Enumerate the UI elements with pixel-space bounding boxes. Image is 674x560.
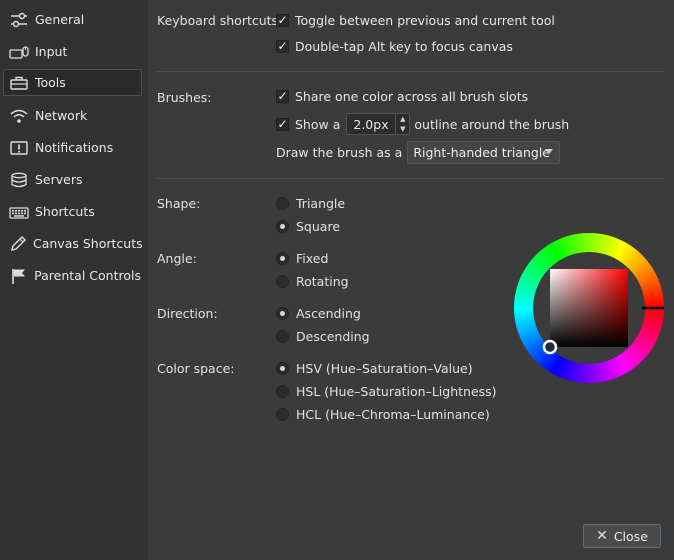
show-outline-suffix: outline around the brush [414, 116, 570, 132]
angle-label: Angle: [157, 251, 197, 266]
sidebar-item-label: Input [35, 44, 68, 59]
toggle-tool-checkbox[interactable]: ✓ Toggle between previous and current to… [276, 11, 555, 29]
sidebar-item-label: Shortcuts [35, 204, 95, 219]
radio-label: Fixed [296, 250, 329, 266]
check-icon: ✓ [277, 13, 288, 27]
sidebar: General Input Tools Network Notification… [0, 0, 148, 560]
radio-label: HSL (Hue–Saturation–Lightness) [296, 383, 497, 399]
sidebar-item-label: Servers [35, 172, 83, 187]
sliders-icon [8, 9, 30, 31]
divider [156, 178, 664, 179]
outline-width-value[interactable]: 2.0px [353, 117, 388, 132]
sidebar-item-label: Tools [35, 75, 66, 90]
radio-button[interactable] [276, 274, 289, 288]
radio-button[interactable] [276, 329, 289, 343]
keyboard-icon [8, 201, 30, 223]
sidebar-item-canvas-shortcuts[interactable]: Canvas Shortcuts [3, 230, 143, 257]
draw-brush-row: Draw the brush as a Right-handed triangl… [276, 140, 561, 164]
angle-rotating-radio[interactable]: Rotating [276, 272, 349, 290]
shape-label: Shape: [157, 196, 201, 211]
keyboard-mouse-icon [8, 41, 30, 63]
tools-settings-panel: Keyboard shortcuts: ✓ Toggle between pre… [148, 0, 674, 560]
color-space-hcl-radio[interactable]: HCL (Hue–Chroma–Luminance) [276, 405, 490, 423]
show-outline-prefix: Show a [295, 116, 341, 132]
direction-ascending-radio[interactable]: Ascending [276, 304, 361, 322]
sidebar-item-label: Network [35, 108, 88, 123]
sidebar-item-label: Notifications [35, 140, 114, 155]
divider [156, 71, 664, 72]
radio-label: Ascending [296, 305, 361, 321]
angle-fixed-radio[interactable]: Fixed [276, 249, 328, 267]
show-outline-checkbox[interactable]: ✓ [276, 117, 289, 131]
radio-button[interactable] [276, 196, 289, 210]
toggle-tool-label: Toggle between previous and current tool [295, 12, 555, 28]
sidebar-item-general[interactable]: General [3, 6, 142, 33]
sidebar-item-tools[interactable]: Tools [3, 69, 142, 96]
close-icon: ✕ [596, 528, 608, 544]
radio-button-selected[interactable] [276, 251, 289, 265]
draw-brush-label: Draw the brush as a [276, 144, 403, 160]
sidebar-item-shortcuts[interactable]: Shortcuts [3, 198, 142, 225]
sidebar-item-label: General [35, 12, 85, 27]
radio-label: HCL (Hue–Chroma–Luminance) [296, 406, 490, 422]
keyboard-shortcuts-label: Keyboard shortcuts: [157, 13, 283, 28]
check-icon: ✓ [277, 89, 288, 103]
checkbox-checked[interactable]: ✓ [276, 39, 289, 53]
close-button[interactable]: ✕ Close [583, 524, 661, 548]
color-space-label: Color space: [157, 361, 235, 376]
share-color-label: Share one color across all brush slots [295, 88, 529, 104]
direction-label: Direction: [157, 306, 218, 321]
notification-icon [8, 137, 30, 159]
shape-triangle-radio[interactable]: Triangle [276, 194, 345, 212]
radio-button-selected[interactable] [276, 306, 289, 320]
checkbox-checked[interactable]: ✓ [276, 89, 289, 103]
wifi-icon [8, 105, 30, 127]
double-tap-alt-checkbox[interactable]: ✓ Double-tap Alt key to focus canvas [276, 37, 513, 55]
brush-shape-combobox[interactable]: Right-handed triangle [407, 140, 561, 164]
radio-label: Square [296, 218, 341, 234]
spin-arrows: ▲ ▼ [395, 114, 409, 134]
check-icon: ✓ [277, 117, 288, 131]
direction-descending-radio[interactable]: Descending [276, 327, 370, 345]
flag-icon [8, 265, 29, 287]
spin-down-icon[interactable]: ▼ [396, 124, 409, 134]
color-space-hsl-radio[interactable]: HSL (Hue–Saturation–Lightness) [276, 382, 497, 400]
radio-label: Descending [296, 328, 370, 344]
radio-label: HSV (Hue–Saturation–Value) [296, 360, 473, 376]
value-overlay [550, 269, 628, 347]
pen-icon [8, 233, 28, 255]
close-button-label: Close [613, 528, 648, 544]
brush-shape-value: Right-handed triangle [413, 144, 550, 160]
database-icon [8, 169, 30, 191]
toolbox-icon [8, 72, 30, 94]
outline-width-spinbox[interactable]: 2.0px ▲ ▼ [346, 113, 411, 135]
check-icon: ✓ [277, 39, 288, 53]
radio-button-selected[interactable] [276, 361, 289, 375]
double-tap-alt-label: Double-tap Alt key to focus canvas [295, 38, 513, 54]
sidebar-item-label: Parental Controls [34, 268, 141, 283]
sidebar-item-network[interactable]: Network [3, 102, 142, 129]
sidebar-item-parental-controls[interactable]: Parental Controls [3, 262, 142, 289]
sidebar-item-input[interactable]: Input [3, 38, 142, 65]
checkbox-checked[interactable]: ✓ [276, 13, 289, 27]
color-selector-handle[interactable] [542, 339, 558, 355]
color-wheel-preview[interactable] [514, 233, 664, 383]
sidebar-item-notifications[interactable]: Notifications [3, 134, 142, 161]
shape-square-radio[interactable]: Square [276, 217, 340, 235]
settings-dialog: General Input Tools Network Notification… [0, 0, 674, 560]
spin-up-icon[interactable]: ▲ [396, 114, 409, 124]
share-color-checkbox[interactable]: ✓ Share one color across all brush slots [276, 87, 528, 105]
chevron-down-icon [545, 148, 554, 154]
radio-button[interactable] [276, 384, 289, 398]
sidebar-item-servers[interactable]: Servers [3, 166, 142, 193]
color-space-hsv-radio[interactable]: HSV (Hue–Saturation–Value) [276, 359, 473, 377]
radio-button[interactable] [276, 407, 289, 421]
sidebar-item-label: Canvas Shortcuts [33, 236, 143, 251]
brushes-label: Brushes: [157, 90, 212, 105]
radio-label: Rotating [296, 273, 349, 289]
show-outline-row: ✓ Show a 2.0px ▲ ▼ outline around the br… [276, 112, 569, 136]
radio-label: Triangle [296, 195, 346, 211]
radio-button-selected[interactable] [276, 219, 289, 233]
